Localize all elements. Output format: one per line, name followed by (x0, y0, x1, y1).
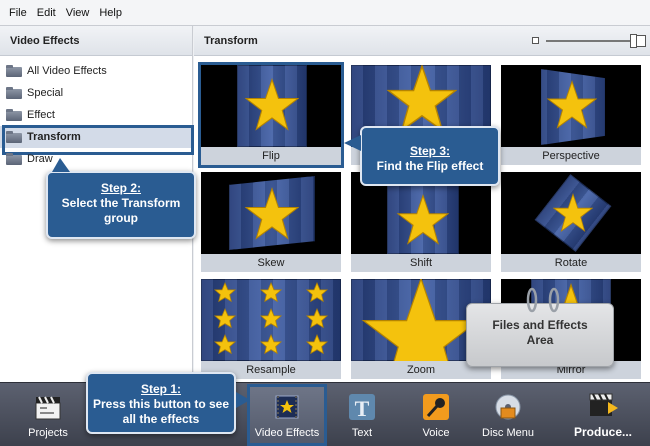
button-label: Disc Menu (482, 427, 534, 439)
button-label: Produce... (573, 425, 632, 439)
microphone-icon (421, 392, 451, 422)
produce-button[interactable]: Produce... (566, 387, 640, 443)
svg-text:T: T (355, 396, 370, 421)
slider-track[interactable] (546, 40, 632, 42)
menu-file[interactable]: File (4, 7, 32, 19)
star-icon (553, 192, 593, 233)
effect-label: Flip (201, 147, 341, 165)
category-label: All Video Effects (27, 65, 107, 77)
star-icon (547, 79, 597, 129)
category-transform[interactable]: Transform (0, 125, 194, 155)
text-button[interactable]: T Text (338, 387, 386, 443)
button-label: Projects (28, 427, 68, 439)
category-special[interactable]: Special (0, 82, 192, 104)
folder-icon (6, 87, 22, 99)
callout-title: Step 3: (409, 144, 450, 158)
callout-pointer (236, 392, 250, 408)
star-icon (397, 193, 449, 245)
effect-label: Perspective (501, 147, 641, 165)
folder-icon (6, 109, 22, 121)
large-thumbnail-icon (636, 35, 646, 47)
text-icon: T (347, 392, 377, 422)
left-panel-title: Video Effects (0, 26, 192, 56)
button-label: Video Effects (254, 427, 320, 439)
callout-title: Step 2: (100, 181, 141, 195)
callout-title: Step 1: (140, 382, 181, 396)
note-text: Files and Effects Area (492, 318, 588, 347)
disc-icon (493, 392, 523, 422)
effect-skew[interactable]: Skew (201, 172, 341, 272)
step1-callout: Step 1: Press this button to see all the… (86, 372, 236, 434)
category-label: Transform (27, 131, 81, 143)
video-effects-button[interactable]: Video Effects (247, 384, 327, 446)
folder-icon (6, 65, 22, 77)
folder-icon (6, 131, 22, 143)
effect-shift[interactable]: Shift (351, 172, 491, 272)
category-effect[interactable]: Effect (0, 104, 192, 126)
category-label: Draw (27, 153, 53, 165)
effect-label: Rotate (501, 254, 641, 272)
small-thumbnail-icon (532, 37, 539, 44)
group-title: Transform (204, 34, 258, 47)
effect-label: Skew (201, 254, 341, 272)
category-draw[interactable]: Draw (0, 148, 192, 170)
effect-thumbnail (201, 279, 341, 361)
produce-clapper-icon (588, 390, 618, 420)
effect-thumbnail (201, 65, 341, 147)
step2-callout: Step 2: Select the Transform group (46, 171, 196, 239)
effect-thumbnail (501, 172, 641, 254)
button-label: Voice (422, 427, 450, 439)
thumbnail-size-slider[interactable] (532, 34, 646, 48)
menu-view[interactable]: View (61, 7, 95, 19)
category-label: Special (27, 87, 64, 99)
effect-rotate[interactable]: Rotate (501, 172, 641, 272)
effect-resample[interactable]: Resample (201, 279, 341, 379)
callout-text: Select the Transform group (61, 196, 181, 225)
clapperboard-icon (33, 392, 63, 422)
disc-menu-button[interactable]: Disc Menu (478, 387, 538, 443)
effect-thumbnail (501, 65, 641, 147)
right-panel-title: Transform (194, 26, 650, 56)
callout-pointer (344, 135, 361, 151)
callout-text: Press this button to see all the effects (92, 397, 230, 426)
category-tree: All Video Effects Special Effect Transfo… (0, 56, 194, 170)
voice-button[interactable]: Voice (412, 387, 460, 443)
category-label: Effect (27, 109, 55, 121)
binder-rings-icon (526, 287, 560, 313)
menu-bar: File Edit View Help (0, 0, 650, 26)
effect-flip[interactable]: Flip (198, 62, 344, 168)
star-grid-icon (214, 282, 328, 354)
menu-edit[interactable]: Edit (32, 7, 61, 19)
callout-text: Find the Flip effect (376, 159, 484, 173)
effect-thumbnail (201, 172, 341, 254)
category-all-video-effects[interactable]: All Video Effects (0, 60, 192, 82)
menu-help[interactable]: Help (94, 7, 127, 19)
step3-callout: Step 3: Find the Flip effect (360, 126, 500, 186)
star-icon (245, 186, 299, 240)
projects-button[interactable]: Projects (20, 387, 76, 443)
callout-pointer (52, 158, 70, 172)
star-icon (245, 77, 299, 131)
video-effects-icon (272, 392, 302, 422)
effect-label: Shift (351, 254, 491, 272)
button-label: Text (351, 427, 373, 439)
folder-icon (6, 153, 22, 165)
effect-perspective[interactable]: Perspective (501, 65, 641, 165)
